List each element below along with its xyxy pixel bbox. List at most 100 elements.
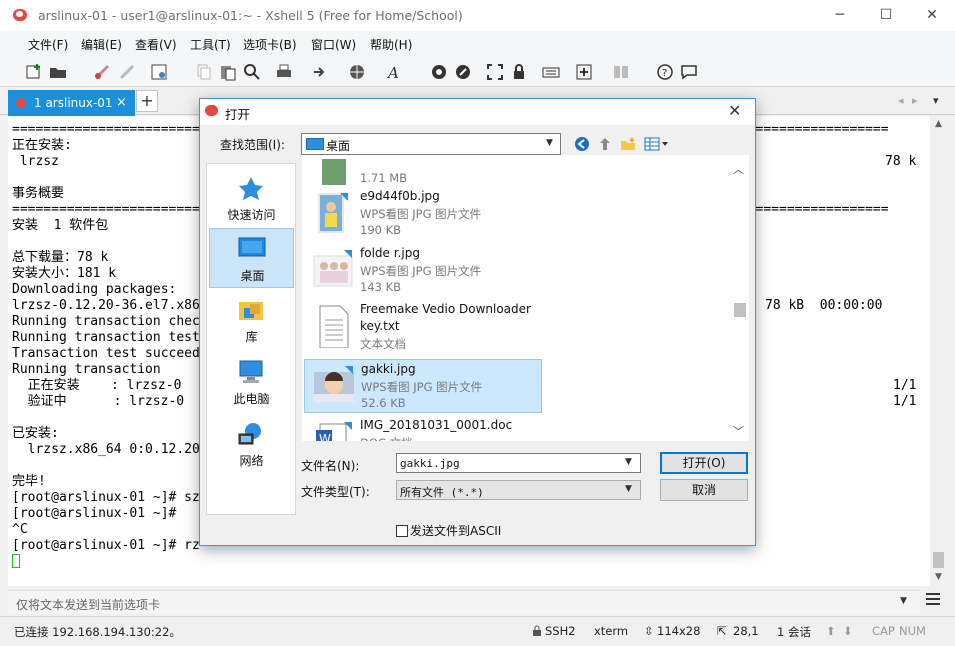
svg-text:?: ? bbox=[662, 68, 667, 79]
place-label: 快速访问 bbox=[227, 208, 276, 222]
file-item[interactable]: W IMG_20181031_0001.doc DOC 文档 bbox=[304, 416, 542, 441]
svg-text:W: W bbox=[319, 432, 331, 441]
back-icon[interactable] bbox=[574, 136, 590, 152]
compose-bar[interactable]: 仅将文本发送到当前选项卡 ▼ bbox=[8, 590, 920, 614]
protocol-status: SSH2 bbox=[545, 624, 576, 638]
new-session-icon[interactable] bbox=[25, 63, 43, 81]
file-item[interactable]: WPS看图 GIF 图片文件 1.71 MB bbox=[304, 155, 542, 191]
file-list-scrollbar[interactable]: ︿ ﹀ bbox=[731, 155, 748, 441]
maximize-button[interactable]: ☐ bbox=[863, 0, 909, 31]
open-folder-icon[interactable] bbox=[49, 63, 67, 81]
checkbox-box[interactable] bbox=[396, 525, 408, 537]
xshell-icon[interactable] bbox=[430, 63, 448, 81]
file-item-selected[interactable]: gakki.jpg WPS看图 JPG 图片文件 52.6 KB bbox=[304, 359, 542, 413]
menu-edit[interactable]: 编辑(E) bbox=[81, 36, 122, 53]
send-ascii-checkbox[interactable]: 发送文件到ASCII bbox=[396, 522, 501, 539]
menu-help[interactable]: 帮助(H) bbox=[370, 36, 412, 53]
terminal-scrollbar[interactable]: ▲ ▼ bbox=[930, 116, 947, 586]
file-type: DOC 文档 bbox=[360, 435, 413, 441]
place-network[interactable]: 网络 bbox=[209, 414, 294, 474]
terminal-line: Running transaction test bbox=[12, 330, 200, 345]
layout-icon[interactable] bbox=[612, 63, 630, 81]
place-library[interactable]: 库 bbox=[209, 290, 294, 350]
menu-icon[interactable] bbox=[926, 593, 940, 607]
file-type: WPS看图 JPG 图片文件 bbox=[360, 264, 482, 278]
tab-prev-icon[interactable]: ◂ bbox=[898, 94, 904, 107]
print-icon[interactable] bbox=[275, 63, 293, 81]
tab-close-icon[interactable]: × bbox=[116, 95, 127, 110]
terminal-line: 总下载量：78 k bbox=[12, 250, 109, 265]
close-button[interactable]: ✕ bbox=[909, 0, 955, 31]
add-icon[interactable] bbox=[575, 63, 593, 81]
filename-label: 文件名(N): bbox=[301, 459, 360, 473]
look-in-select[interactable]: 桌面 ▼ bbox=[301, 133, 561, 155]
file-size: 190 KB bbox=[360, 223, 402, 237]
menu-tools[interactable]: 工具(T) bbox=[190, 36, 231, 53]
filename-value: gakki.jpg bbox=[400, 457, 460, 470]
dialog-close-button[interactable]: ✕ bbox=[728, 101, 741, 120]
menu-window[interactable]: 窗口(W) bbox=[311, 36, 356, 53]
terminal-line: 事务概要 bbox=[12, 186, 65, 201]
font-icon[interactable]: A bbox=[386, 63, 404, 81]
file-size: 52.6 KB bbox=[361, 396, 406, 410]
file-item[interactable]: Freemake Vedio Downloader key.txt 文本文档 bbox=[304, 300, 542, 358]
tab-arslinux-01[interactable]: 1 arslinux-01 × bbox=[8, 90, 135, 116]
globe-icon[interactable] bbox=[348, 63, 366, 81]
computer-icon bbox=[239, 360, 263, 383]
menu-tabs[interactable]: 选项卡(B) bbox=[243, 36, 297, 53]
file-item[interactable]: folde r.jpg WPS看图 JPG 图片文件 143 KB bbox=[304, 244, 542, 298]
scrollbar-thumb[interactable] bbox=[734, 303, 746, 317]
xftp-icon[interactable] bbox=[454, 63, 472, 81]
terminal-cursor bbox=[12, 554, 20, 568]
place-quick-access[interactable]: 快速访问 bbox=[209, 168, 294, 228]
compose-dropdown-icon[interactable]: ▼ bbox=[900, 596, 907, 606]
scroll-down-icon[interactable]: ﹀ bbox=[733, 423, 744, 439]
terminal-line: 已安装: bbox=[12, 426, 59, 441]
up-folder-icon[interactable] bbox=[597, 136, 613, 152]
properties-icon[interactable] bbox=[150, 63, 168, 81]
terminal-download-stat: 78 kB 00:00:00 bbox=[765, 298, 883, 313]
place-label: 库 bbox=[245, 330, 258, 344]
lock-icon[interactable] bbox=[510, 63, 528, 81]
view-menu-icon[interactable] bbox=[644, 136, 670, 152]
chat-icon[interactable] bbox=[680, 63, 698, 81]
arrow-down-icon: ⬇ bbox=[843, 624, 853, 638]
scrollbar-thumb[interactable] bbox=[933, 552, 944, 568]
menu-file[interactable]: 文件(F) bbox=[28, 36, 68, 53]
chevron-down-icon[interactable]: ▼ bbox=[625, 457, 632, 467]
cancel-button[interactable]: 取消 bbox=[660, 479, 748, 501]
new-folder-icon[interactable] bbox=[620, 136, 636, 152]
file-list[interactable]: WPS看图 GIF 图片文件 1.71 MB e9d44f0b.jpg WPS看… bbox=[302, 155, 749, 441]
scroll-up-icon[interactable]: ▲ bbox=[930, 116, 947, 133]
file-item[interactable]: e9d44f0b.jpg WPS看图 JPG 图片文件 190 KB bbox=[304, 187, 542, 241]
place-label: 网络 bbox=[239, 454, 264, 468]
tab-next-icon[interactable]: ▸ bbox=[912, 94, 918, 107]
scroll-down-icon[interactable]: ▼ bbox=[930, 569, 947, 586]
tab-menu-icon[interactable]: ▾ bbox=[933, 94, 939, 107]
add-tab-button[interactable]: + bbox=[136, 90, 158, 112]
open-button[interactable]: 打开(O) bbox=[660, 452, 748, 474]
help-icon[interactable]: ? bbox=[656, 63, 674, 81]
filetype-select[interactable]: 所有文件 (*.*) ▼ bbox=[396, 480, 641, 500]
connect-icon[interactable] bbox=[93, 63, 111, 81]
caps-lock-status: CAP bbox=[872, 624, 895, 638]
desktop-icon bbox=[238, 237, 266, 257]
place-this-pc[interactable]: 此电脑 bbox=[209, 352, 294, 412]
place-desktop[interactable]: 桌面 bbox=[209, 228, 294, 288]
copy-icon[interactable] bbox=[195, 63, 213, 81]
find-icon[interactable] bbox=[243, 63, 261, 81]
position-icon: ⇱ bbox=[717, 624, 727, 638]
disconnect-icon[interactable] bbox=[118, 63, 136, 81]
image-file-thumbnail-icon bbox=[314, 366, 354, 402]
scroll-up-icon[interactable]: ︿ bbox=[733, 161, 744, 177]
keyboard-icon[interactable] bbox=[542, 63, 560, 81]
menu-view[interactable]: 查看(V) bbox=[135, 36, 177, 53]
transfer-icon[interactable] bbox=[311, 63, 329, 81]
minimize-button[interactable]: ─ bbox=[817, 0, 863, 31]
tab-label: 1 arslinux-01 bbox=[34, 96, 113, 110]
paste-icon[interactable] bbox=[219, 63, 237, 81]
filename-input[interactable]: gakki.jpg ▼ bbox=[396, 453, 641, 473]
fullscreen-icon[interactable] bbox=[486, 63, 504, 81]
terminal-line: lrzsz-0.12.20-36.el7.x86 bbox=[12, 298, 200, 313]
look-in-value: 桌面 bbox=[326, 139, 351, 153]
